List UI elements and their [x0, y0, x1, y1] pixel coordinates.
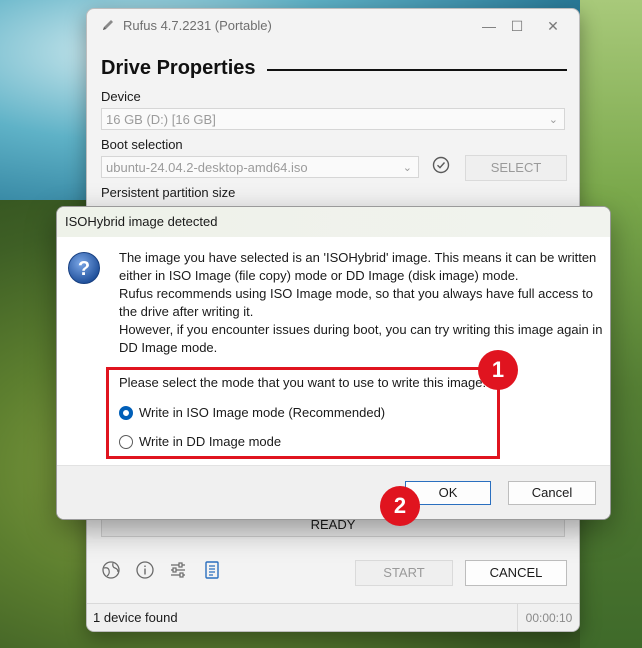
message-line: Rufus recommends using ISO Image mode, s…: [119, 286, 594, 319]
chevron-down-icon: ⌄: [548, 114, 558, 126]
settings-sliders-icon[interactable]: [168, 560, 188, 580]
persistent-partition-label: Persistent partition size: [101, 185, 236, 200]
device-value: 16 GB (D:) [16 GB]: [106, 112, 216, 127]
minimize-icon[interactable]: —: [475, 15, 503, 37]
chevron-down-icon: ⌄: [402, 162, 412, 174]
info-icon[interactable]: [135, 560, 155, 580]
status-text: 1 device found: [93, 610, 178, 625]
start-button[interactable]: START: [355, 560, 453, 586]
section-divider: [267, 69, 567, 71]
annotation-highlight-box: [106, 367, 500, 459]
log-icon[interactable]: [202, 560, 222, 580]
annotation-badge-1: 1: [478, 350, 518, 390]
globe-icon[interactable]: [101, 560, 121, 580]
statusbar: 1 device found 00:00:10: [87, 603, 579, 631]
question-icon: ?: [68, 252, 100, 284]
check-circle-icon[interactable]: [432, 156, 450, 174]
annotation-badge-2: 2: [380, 486, 420, 526]
titlebar[interactable]: Rufus 4.7.2231 (Portable) — ☐ ✕: [87, 9, 579, 43]
device-label: Device: [101, 89, 141, 104]
boot-selection-value: ubuntu-24.04.2-desktop-amd64.iso: [106, 160, 308, 175]
dialog-title: ISOHybrid image detected: [65, 214, 218, 229]
message-line: The image you have selected is an 'ISOHy…: [119, 250, 597, 283]
boot-selection-label: Boot selection: [101, 137, 183, 152]
window-title: Rufus 4.7.2231 (Portable): [123, 18, 272, 33]
dialog-message: The image you have selected is an 'ISOHy…: [119, 249, 603, 357]
dialog-titlebar[interactable]: ISOHybrid image detected: [57, 207, 610, 237]
dialog-cancel-button[interactable]: Cancel: [508, 481, 596, 505]
boot-selection-dropdown[interactable]: ubuntu-24.04.2-desktop-amd64.iso ⌄: [101, 156, 419, 178]
elapsed-time: 00:00:10: [517, 604, 579, 631]
select-button[interactable]: SELECT: [465, 155, 567, 181]
svg-text:?: ?: [78, 258, 90, 280]
maximize-icon[interactable]: ☐: [503, 15, 531, 37]
cancel-button[interactable]: CANCEL: [465, 560, 567, 586]
close-icon[interactable]: ✕: [539, 15, 567, 37]
pen-icon: [103, 20, 113, 30]
message-line: However, if you encounter issues during …: [119, 322, 603, 355]
section-title: Drive Properties: [101, 57, 256, 79]
isohybrid-dialog: ISOHybrid image detected ? The image you…: [56, 206, 611, 520]
device-dropdown[interactable]: 16 GB (D:) [16 GB] ⌄: [101, 108, 565, 130]
